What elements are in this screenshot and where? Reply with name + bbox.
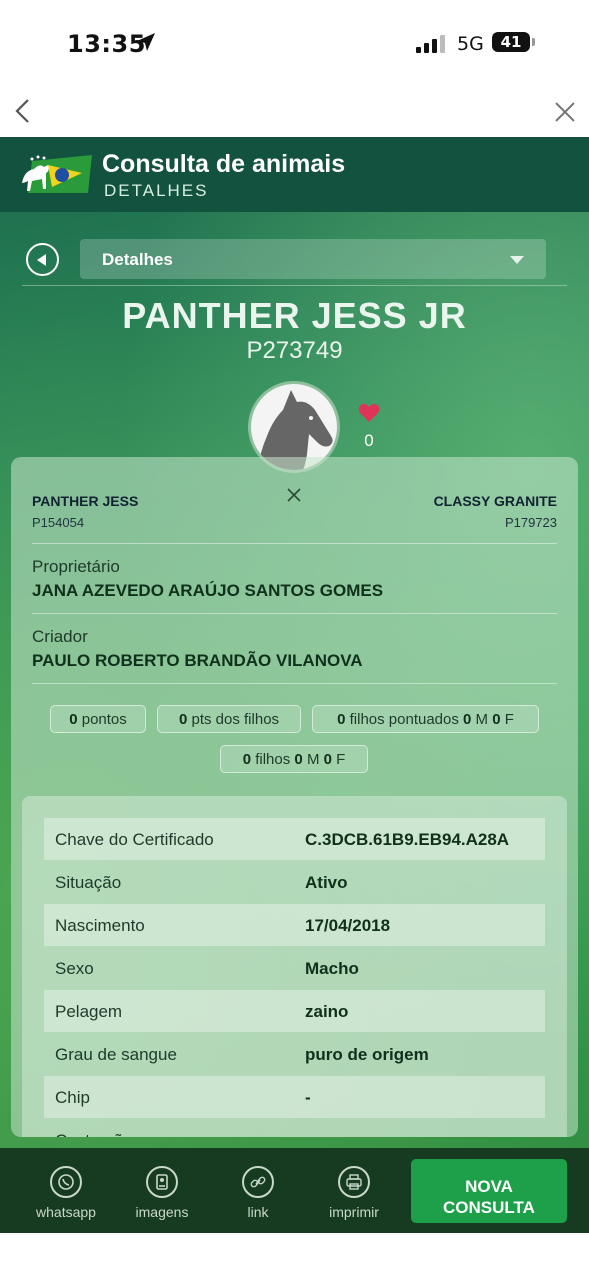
app-header: Consulta de animais DETALHES [0, 137, 589, 212]
images-label: imagens [135, 1204, 189, 1220]
new-query-label-line1: NOVA [465, 1176, 513, 1196]
browser-nav [0, 86, 589, 138]
stat-children: 0 filhos 0 M 0 F [220, 745, 368, 773]
stat-points-label: pontos [81, 711, 127, 728]
print-label: imprimir [329, 1204, 379, 1220]
stat-children-points-value: 0 [178, 711, 188, 728]
stat-children-m-label: M [306, 751, 320, 768]
dam-registration: P179723 [504, 515, 557, 530]
breeder-name: PAULO ROBERTO BRANDÃO VILANOVA [32, 651, 363, 670]
stat-children-points-label: pts dos filhos [191, 711, 280, 728]
cross-icon [287, 488, 301, 502]
app-content: Consulta de animais DETALHES Detalhes PA… [0, 137, 589, 1233]
table-row: Grau de sangue puro de origem [44, 1033, 545, 1075]
row-key: Situação [55, 873, 122, 892]
stat-scored-children-f-label: F [504, 711, 514, 728]
link-label: link [247, 1204, 269, 1220]
table-row: Castração [44, 1119, 545, 1137]
row-value: zaino [305, 1002, 349, 1021]
sire-registration: P154054 [32, 515, 85, 530]
chevron-left-icon[interactable] [10, 96, 36, 126]
row-key: Chip [55, 1088, 90, 1107]
app-title: Consulta de animais [102, 150, 346, 178]
signal-icon [416, 35, 445, 53]
stat-scored-children-m-label: M [475, 711, 489, 728]
whatsapp-label: whatsapp [36, 1204, 96, 1220]
stat-children-m-value: 0 [294, 751, 303, 768]
section-select[interactable]: Detalhes [80, 239, 546, 279]
owner-label: Proprietário [32, 557, 120, 576]
table-row: Nascimento 17/04/2018 [44, 904, 545, 946]
dam-name[interactable]: CLASSY GRANITE [434, 493, 557, 509]
favorites-count: 0 [364, 431, 374, 450]
stat-children-f-value: 0 [323, 751, 332, 768]
stat-scored-children-value: 0 [337, 711, 346, 728]
row-value: Ativo [305, 873, 348, 892]
whatsapp-icon [50, 1166, 82, 1198]
row-value: puro de origem [305, 1045, 429, 1064]
table-row: Situação Ativo [44, 861, 545, 903]
row-key: Pelagem [55, 1002, 123, 1021]
stat-children-value: 0 [242, 751, 252, 768]
table-row: Pelagem zaino [44, 990, 545, 1032]
divider [32, 683, 557, 684]
footer-area [0, 1233, 589, 1280]
stat-children-f-label: F [336, 751, 346, 768]
stat-points-value: 0 [69, 711, 78, 728]
table-row: Chip - [44, 1076, 545, 1118]
sire-name[interactable]: PANTHER JESS [32, 493, 138, 509]
row-key: Castração [55, 1131, 132, 1137]
row-value: C.3DCB.61B9.EB94.A28A [305, 830, 510, 849]
status-bar: 13:35 5G 41 [0, 0, 589, 86]
new-query-label-line2: CONSULTA [443, 1197, 535, 1217]
owner-name: JANA AZEVEDO ARAÚJO SANTOS GOMES [32, 581, 384, 600]
link-icon [242, 1166, 274, 1198]
whatsapp-button[interactable]: whatsapp [26, 1166, 106, 1220]
breeder-label: Criador [32, 627, 88, 646]
animal-name: PANTHER JESS JR [122, 295, 467, 336]
images-icon [146, 1166, 178, 1198]
divider [22, 285, 567, 286]
stat-scored-children: 0 filhos pontuados 0 M 0 F [312, 705, 539, 733]
table-row: Sexo Macho [44, 947, 545, 989]
details-card: PANTHER JESS P154054 CLASSY GRANITE P179… [11, 457, 578, 1137]
location-arrow-icon [137, 33, 155, 51]
stat-scored-children-label: filhos pontuados [349, 711, 459, 728]
details-table: Chave do Certificado C.3DCB.61B9.EB94.A2… [22, 796, 567, 1137]
stat-scored-children-m-value: 0 [463, 711, 472, 728]
row-value: 17/04/2018 [305, 916, 391, 935]
new-query-button[interactable]: NOVA CONSULTA [411, 1159, 567, 1223]
printer-icon [338, 1166, 370, 1198]
back-button[interactable] [26, 243, 59, 276]
close-icon[interactable] [551, 98, 579, 126]
row-key: Chave do Certificado [55, 830, 214, 849]
row-key: Nascimento [55, 916, 145, 935]
caret-down-icon [510, 256, 524, 264]
network-type: 5G [457, 33, 484, 55]
logo-icon [22, 155, 92, 193]
row-key: Grau de sangue [55, 1045, 177, 1064]
row-key: Sexo [55, 959, 94, 978]
link-button[interactable]: link [218, 1166, 298, 1220]
print-button[interactable]: imprimir [314, 1166, 394, 1220]
row-value: Macho [305, 959, 359, 978]
row-value: - [305, 1088, 311, 1107]
animal-registration: P273749 [246, 337, 343, 364]
stat-children-label: filhos [255, 751, 291, 768]
divider [32, 543, 557, 544]
battery-icon: 41 [492, 32, 535, 52]
heart-icon[interactable] [358, 403, 380, 423]
stat-children-points: 0 pts dos filhos [157, 705, 301, 733]
divider [32, 613, 557, 614]
stat-scored-children-f-value: 0 [492, 711, 501, 728]
app-subtitle: DETALHES [104, 181, 209, 200]
stat-points: 0 pontos [50, 705, 146, 733]
table-row: Chave do Certificado C.3DCB.61B9.EB94.A2… [44, 818, 545, 860]
images-button[interactable]: imagens [122, 1166, 202, 1220]
section-select-value: Detalhes [102, 250, 173, 269]
